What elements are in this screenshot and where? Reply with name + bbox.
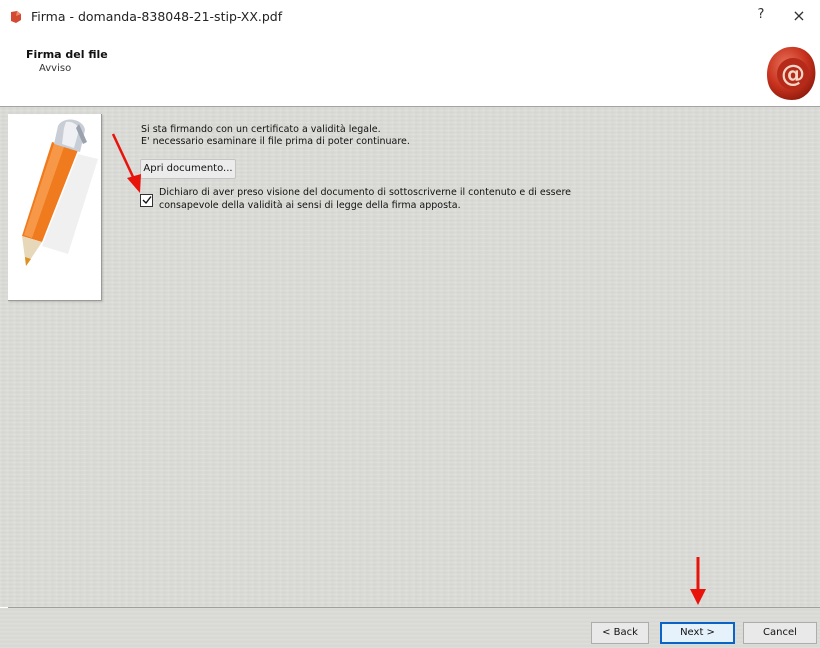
annotation-arrow-next [690,557,706,605]
wizard-image-panel [8,114,102,301]
wizard-body: Si sta firmando con un certificato a val… [0,107,820,607]
page-title: Firma del file [26,48,108,61]
wizard-footer: < Back Next > Cancel [0,608,820,648]
declaration-label-line1[interactable]: Dichiaro di aver preso visione del docum… [159,187,571,198]
next-button[interactable]: Next > [660,622,735,644]
pen-icon [22,119,98,266]
title-bar: Firma - domanda-838048-21-stip-XX.pdf ? … [0,0,820,40]
info-message-line2: E' necessario esaminare il file prima di… [141,136,410,147]
declaration-label-line2[interactable]: consapevole della validità ai sensi di l… [159,200,461,211]
back-button[interactable]: < Back [591,622,649,644]
cancel-button[interactable]: Cancel [743,622,817,644]
open-document-button[interactable]: Apri documento... [140,159,236,179]
window-title: Firma - domanda-838048-21-stip-XX.pdf [31,9,283,24]
info-message-line1: Si sta firmando con un certificato a val… [141,124,381,135]
annotation-arrow-checkbox [111,133,141,193]
wax-seal-icon: @ [767,46,816,100]
page-subtitle: Avviso [39,63,72,74]
wizard-header: Firma del file Avviso @ [0,40,820,106]
help-button[interactable]: ? [752,7,770,27]
app-icon [11,11,21,23]
close-button[interactable]: × [789,6,809,26]
svg-text:@: @ [781,60,805,88]
